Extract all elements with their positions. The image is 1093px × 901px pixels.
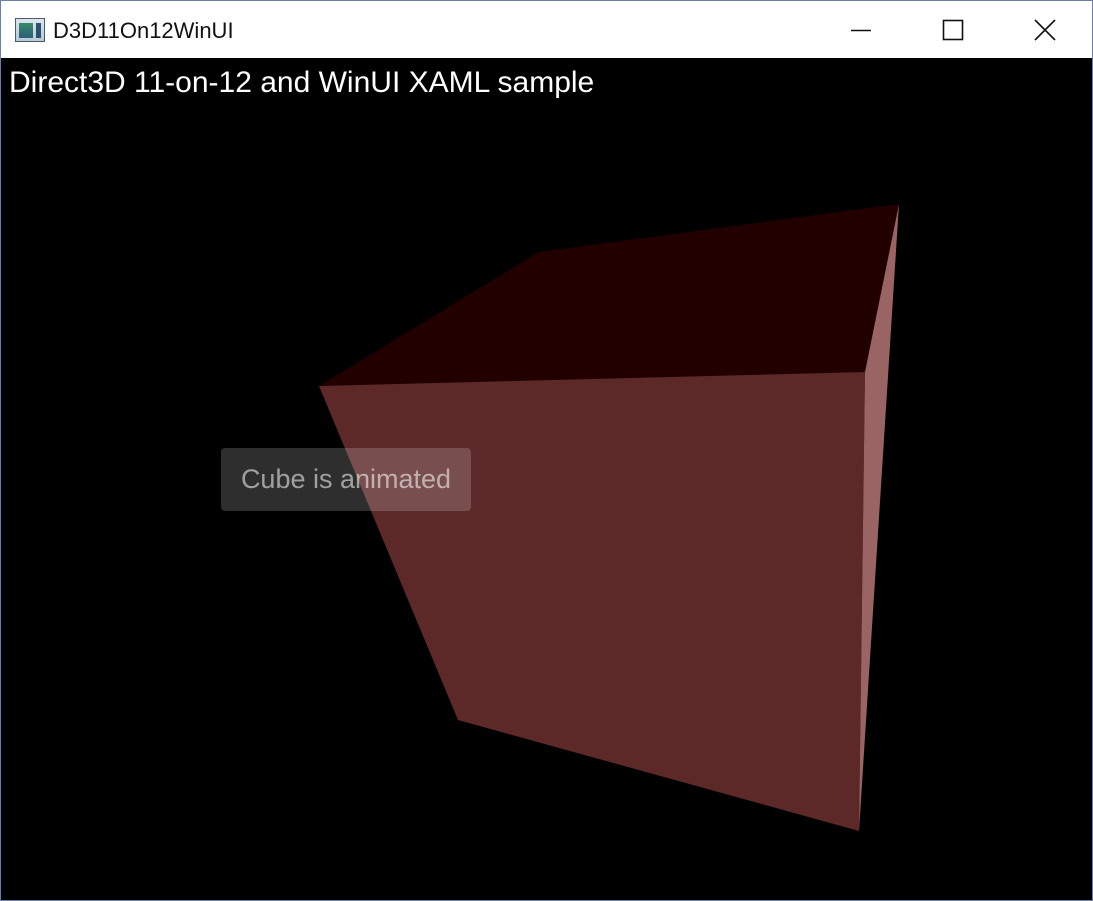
app-window-icon[interactable] [15, 18, 45, 42]
title-bar[interactable]: D3D11On12WinUI [1, 1, 1092, 58]
page-heading: Direct3D 11-on-12 and WinUI XAML sample [9, 66, 595, 99]
minimize-button[interactable] [815, 1, 907, 58]
maximize-button[interactable] [907, 1, 999, 58]
minimize-icon [851, 29, 871, 32]
cube-front-face [319, 372, 865, 831]
cube-render-surface [319, 204, 899, 831]
window-title: D3D11On12WinUI [53, 18, 234, 43]
cube-top-face [319, 204, 899, 386]
swap-chain-panel[interactable]: Direct3D 11-on-12 and WinUI XAML sample … [1, 58, 1092, 900]
app-window: D3D11On12WinUI Direct3D 11-on-12 and Win… [0, 0, 1093, 901]
maximize-icon [942, 19, 964, 41]
close-button[interactable] [999, 1, 1091, 58]
close-icon [1034, 19, 1056, 41]
animation-toggle-button[interactable]: Cube is animated [221, 448, 471, 511]
app-icon-bar [36, 23, 41, 38]
app-icon-pane [19, 23, 33, 38]
